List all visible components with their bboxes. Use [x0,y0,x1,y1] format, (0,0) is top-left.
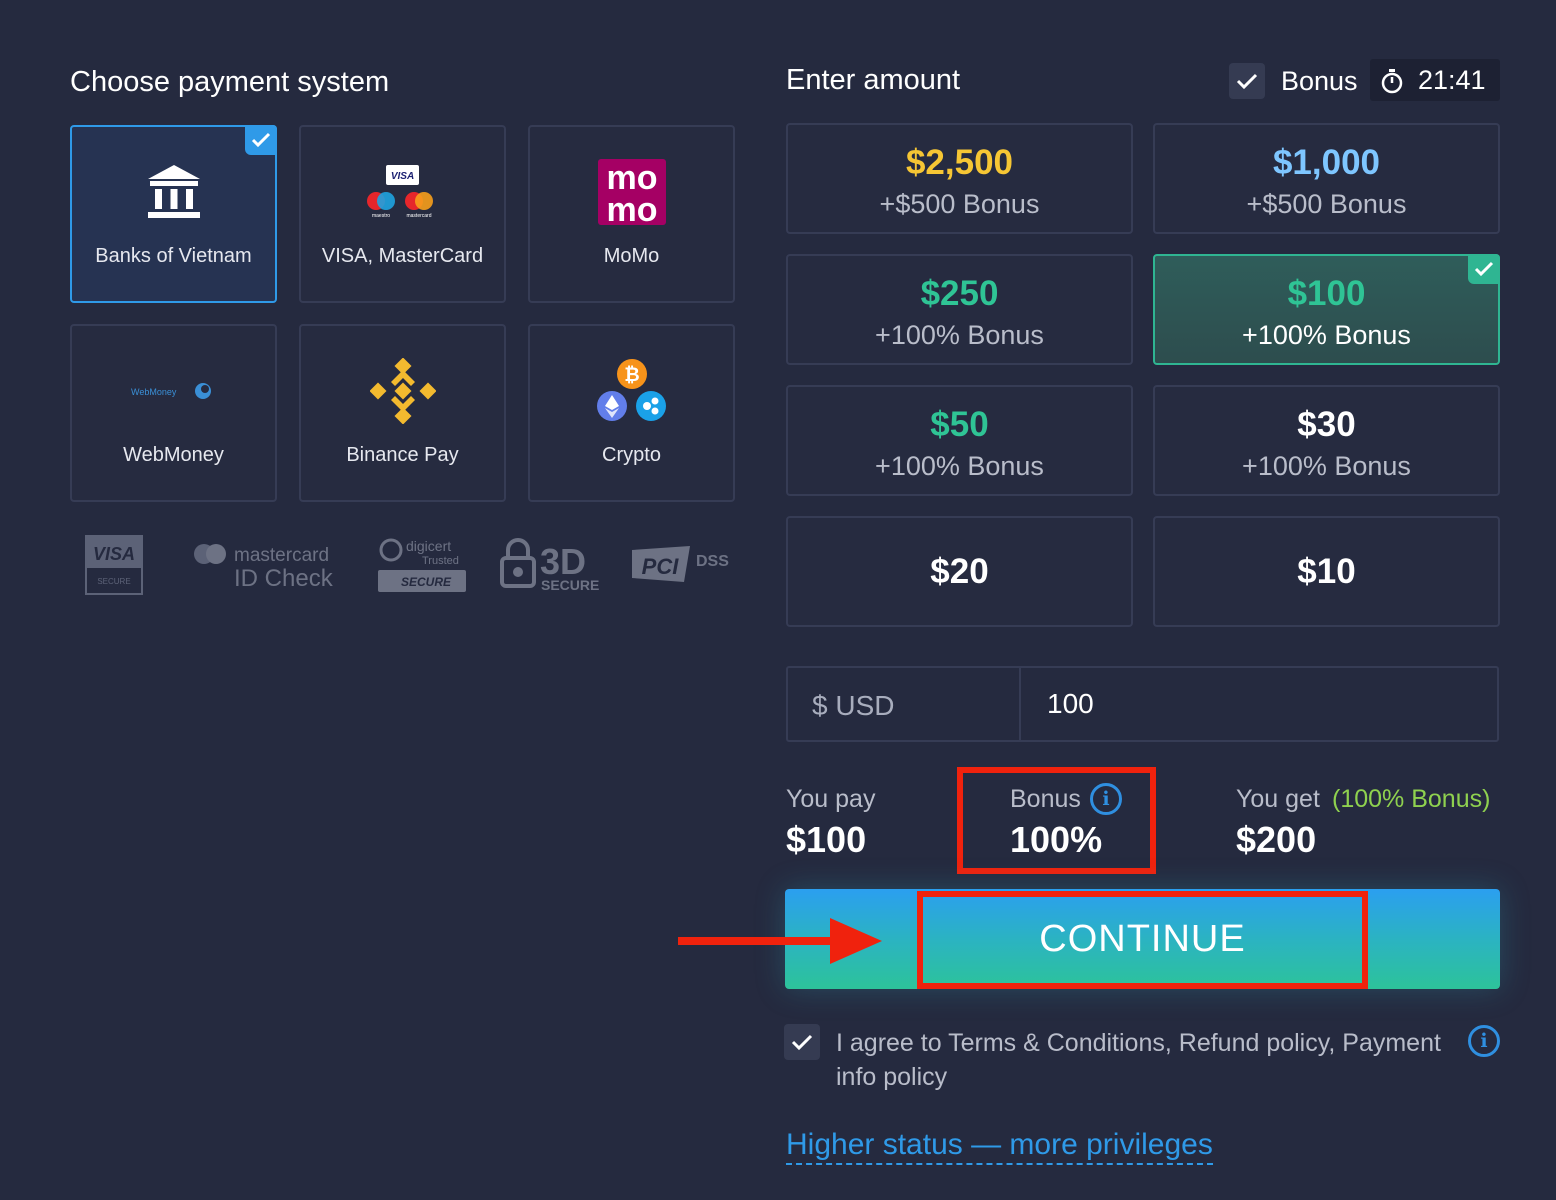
payment-option-momo[interactable]: mo mo MoMo [528,125,735,303]
amount-bonus: +$500 Bonus [879,189,1040,219]
agree-checkbox[interactable] [784,1024,820,1060]
selected-check-icon [1468,254,1500,284]
amount-value: $250 [920,274,999,313]
payment-option-label: VISA, MasterCard [321,245,484,267]
3d-secure-badge: 3D SECURE [500,538,599,593]
highlight-box-continue [917,891,1368,989]
3d-secure-line1: 3D [540,541,586,582]
payment-option-crypto[interactable]: ₿ Crypto [528,324,735,502]
momo-bottom-text: mo [606,191,657,225]
you-pay-value: $100 [786,819,867,860]
you-get-label: You get [1236,785,1320,813]
maestro-text: maestro [371,213,389,219]
digicert-badge: digicert Trusted SECURE [378,538,466,592]
mastercard-badge-line2: ID Check [234,565,334,592]
payment-option-label: MoMo [603,245,660,267]
amount-option-10[interactable]: $10 [1153,516,1500,627]
amount-value: $100 [1287,274,1366,313]
amount-input-row: $ USD [786,666,1499,742]
amount-bonus: +100% Bonus [1242,320,1411,350]
higher-status-link[interactable]: Higher status — more privileges [786,1128,1213,1165]
visa-badge-subtext: SECURE [97,577,130,586]
payment-option-banks-of-vietnam[interactable]: Banks of Vietnam [70,125,277,303]
momo-logo-icon: mo mo [530,157,733,227]
amount-section-title: Enter amount [786,64,961,96]
agreement-info-icon[interactable]: i [1468,1025,1500,1057]
amount-option-20[interactable]: $20 [786,516,1133,627]
payment-option-label: Banks of Vietnam [95,245,252,267]
amount-input[interactable] [1023,668,1497,740]
amount-option-30[interactable]: $30 +100% Bonus [1153,385,1500,496]
amount-option-250[interactable]: $250 +100% Bonus [786,254,1133,365]
check-icon [1236,73,1258,90]
pci-badge-text: PCI [642,554,680,579]
bonus-checkbox[interactable] [1229,63,1265,99]
payment-section-title: Choose payment system [70,66,390,98]
crypto-coins-icon: ₿ [530,356,733,426]
visa-badge-text: VISA [93,544,135,564]
visa-small-text: VISA [390,171,413,182]
bonus-timer: 21:41 [1370,59,1500,101]
webmoney-logo-text: WebMoney [131,387,177,397]
payment-option-label: Crypto [602,444,661,466]
bitcoin-symbol: ₿ [624,364,639,386]
amount-value: $2,500 [905,143,1014,182]
digicert-line3: SECURE [401,575,452,589]
you-pay-label: You pay [786,785,876,813]
currency-label[interactable]: $ USD [788,668,1021,740]
amount-option-2500[interactable]: $2,500 +$500 Bonus [786,123,1133,234]
digicert-line1: digicert [406,538,451,554]
mastercard-id-check-badge: mastercard ID Check [194,544,334,592]
amount-option-100[interactable]: $100 +100% Bonus [1153,254,1500,365]
check-icon [791,1034,813,1051]
amount-bonus: +100% Bonus [1242,451,1411,481]
visa-secure-badge: VISA SECURE [85,535,143,595]
selected-check-icon [245,125,277,155]
payment-option-visa-mastercard[interactable]: VISA maestro mastercard VISA, MasterCard [299,125,506,303]
amount-value: $30 [1297,405,1356,444]
bank-icon [72,157,275,227]
timer-value: 21:41 [1418,65,1486,95]
mastercard-small-text: mastercard [406,213,431,219]
payment-option-label: WebMoney [123,444,224,466]
amount-value: $1,000 [1272,143,1381,182]
you-get-bonus-note: (100% Bonus) [1332,785,1491,813]
digicert-line2: Trusted [422,555,459,567]
amount-value: $10 [1297,552,1356,591]
pci-dss-badge: PCI DSS [632,546,729,582]
highlight-box-bonus [957,767,1156,874]
stopwatch-icon [1381,69,1403,94]
binance-logo-icon [301,356,504,426]
payment-option-label: Binance Pay [346,444,459,466]
amount-option-50[interactable]: $50 +100% Bonus [786,385,1133,496]
amount-option-1000[interactable]: $1,000 +$500 Bonus [1153,123,1500,234]
mastercard-badge-line1: mastercard [234,545,329,566]
amount-bonus: +100% Bonus [875,451,1044,481]
you-get-value: $200 [1236,819,1317,860]
amount-bonus: +$500 Bonus [1246,189,1407,219]
3d-secure-line2: SECURE [541,577,599,593]
dss-badge-text: DSS [696,553,729,570]
amount-value: $50 [930,405,989,444]
webmoney-logo-icon: WebMoney [72,356,275,426]
amount-bonus: +100% Bonus [875,320,1044,350]
payment-option-webmoney[interactable]: WebMoney WebMoney [70,324,277,502]
bonus-toggle-label[interactable]: Bonus [1281,66,1358,97]
red-arrow-icon [678,918,882,964]
visa-mastercard-logo-icon: VISA maestro mastercard [301,157,504,227]
agreement-text[interactable]: I agree to Terms & Conditions, Refund po… [836,1026,1456,1094]
amount-value: $20 [930,552,989,591]
payment-option-binance-pay[interactable]: Binance Pay [299,324,506,502]
